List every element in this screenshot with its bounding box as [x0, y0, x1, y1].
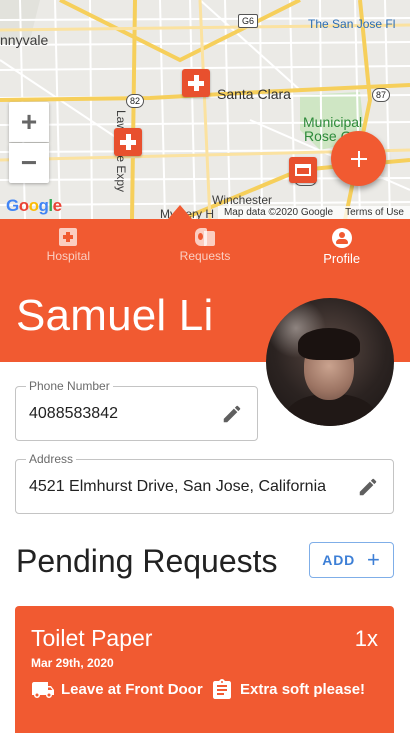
edit-pencil-icon[interactable] [357, 476, 379, 498]
add-fab-button[interactable] [331, 131, 386, 186]
request-note: Extra soft please! [210, 678, 390, 702]
route-shield-82: 82 [126, 94, 145, 108]
clipboard-icon [213, 679, 231, 699]
google-logo: Google [6, 196, 62, 215]
map-label-san-jose: The San Jose Fl [308, 17, 396, 31]
phone-number-field[interactable]: Phone Number 4088583842 [15, 379, 258, 441]
toilet-roll-icon [195, 228, 215, 246]
hospital-pin-icon[interactable] [182, 69, 210, 97]
request-item: Toilet Paper [31, 625, 153, 651]
tab-hospital[interactable]: Hospital [0, 219, 137, 271]
edit-pencil-icon[interactable] [221, 403, 243, 425]
hospital-pin-icon[interactable] [114, 128, 142, 156]
map-label-santa-clara: Santa Clara [217, 86, 291, 102]
request-date: Mar 29th, 2020 [31, 656, 114, 670]
request-delivery: Leave at Front Door [31, 678, 206, 702]
map-view[interactable]: nnyvale The San Jose Fl Santa Clara Muni… [0, 0, 410, 220]
phone-number-value: 4088583842 [29, 404, 118, 422]
terms-of-use-link[interactable]: Terms of Use [339, 206, 410, 220]
store-pin-icon[interactable] [289, 157, 317, 183]
zoom-out-button[interactable]: − [9, 143, 49, 183]
hospital-icon [59, 228, 78, 246]
address-field[interactable]: Address 4521 Elmhurst Drive, San Jose, C… [15, 452, 394, 514]
avatar [266, 298, 394, 426]
map-label-winchester: Winchester [212, 193, 273, 207]
zoom-in-button[interactable]: + [9, 102, 49, 142]
tab-requests[interactable]: Requests [137, 219, 274, 271]
profile-name: Samuel Li [16, 291, 214, 340]
map-label-sunnyvale: nnyvale [0, 32, 49, 48]
tab-profile[interactable]: Profile [273, 219, 410, 271]
tab-bar: Hospital Requests Profile [0, 219, 410, 271]
add-request-button[interactable]: ADD + [309, 542, 394, 578]
request-note-text: Extra soft please! [240, 681, 366, 698]
request-quantity: 1x [354, 626, 378, 651]
map-roads [0, 0, 410, 220]
route-shield-g6: G6 [238, 14, 259, 28]
plus-icon: + [367, 547, 381, 572]
add-button-label: ADD [322, 552, 356, 568]
map-data-attribution: Map data ©2020 Google [223, 207, 334, 218]
map-footer: Map data ©2020 Google Terms of Use [217, 206, 410, 220]
truck-icon [32, 682, 54, 698]
map-pointer-notch [168, 205, 192, 219]
route-shield-87: 87 [372, 88, 391, 102]
request-delivery-text: Leave at Front Door [61, 681, 203, 698]
tab-label: Hospital [46, 249, 91, 263]
tab-label: Requests [179, 249, 231, 263]
address-value: 4521 Elmhurst Drive, San Jose, Californi… [29, 477, 327, 495]
account-circle-icon [331, 228, 352, 248]
pending-requests-title: Pending Requests [16, 543, 278, 579]
tab-label: Profile [323, 251, 361, 266]
request-card[interactable]: Toilet Paper 1x Mar 29th, 2020 Leave at … [15, 606, 394, 733]
